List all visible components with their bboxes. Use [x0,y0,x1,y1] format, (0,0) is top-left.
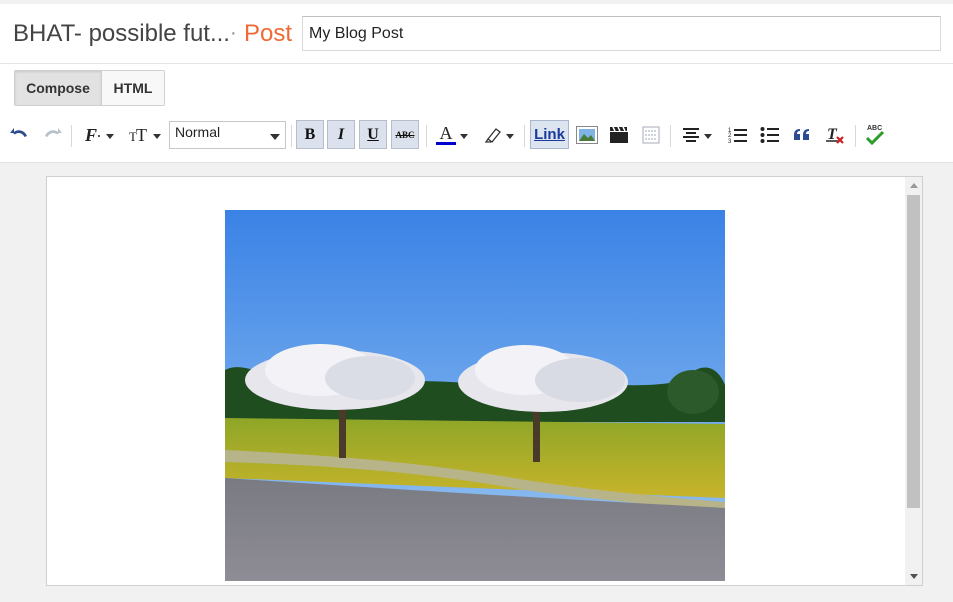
align-center-icon [683,128,699,142]
scrollbar-thumb[interactable] [907,195,920,508]
chevron-down-icon [270,134,280,140]
bulleted-list-icon [760,127,779,143]
post-header: BHAT- possible fut... · Post [0,4,953,64]
highlight-color-button[interactable] [479,116,519,154]
spell-check-icon: ABC [865,125,885,145]
spell-check-button[interactable]: ABC [862,116,888,154]
scroll-down-arrow-icon[interactable] [910,574,918,579]
jump-break-icon [642,126,660,144]
editor-area [0,162,953,602]
remove-formatting-icon: T [826,126,844,144]
video-clapper-icon [610,126,628,143]
chevron-down-icon [460,134,468,139]
insert-video-button[interactable] [606,116,632,154]
editor-scrollbar[interactable] [905,177,922,585]
insert-link-button[interactable]: Link [530,120,569,149]
text-color-button[interactable]: A [432,116,472,154]
paragraph-format-value: Normal [175,124,221,140]
compose-editor[interactable] [46,176,923,586]
toolbar-separator [71,125,72,147]
section-label: Post [244,20,293,47]
text-color-letter: A [439,123,453,143]
toolbar-separator [670,125,671,147]
post-image[interactable] [225,210,725,581]
redo-button[interactable] [40,116,64,154]
numbered-list-icon: 1 2 3 [728,128,747,144]
paragraph-format-select[interactable]: Normal [169,121,286,149]
redo-icon [45,128,62,137]
numbered-list-button[interactable]: 1 2 3 [725,116,751,154]
toolbar-separator [291,125,292,147]
html-tab[interactable]: HTML [102,71,164,105]
undo-icon [10,128,27,137]
highlighter-icon [484,128,501,143]
svg-text:3: 3 [728,139,732,144]
toolbar-separator [855,125,856,147]
font-size-icon: T T [129,126,147,144]
svg-text:T: T [136,126,147,144]
undo-button[interactable] [8,116,32,154]
insert-image-button[interactable] [574,116,600,154]
breadcrumb-separator: · [230,22,237,44]
quote-icon [794,129,809,140]
text-color-swatch [436,142,456,145]
underline-button[interactable]: U [359,120,387,149]
italic-button[interactable]: I [327,120,355,149]
compose-tab[interactable]: Compose [15,71,102,105]
quote-button[interactable] [789,116,815,154]
chevron-down-icon [506,134,514,139]
check-mark-icon [865,130,885,145]
remove-formatting-button[interactable]: T [822,116,848,154]
scroll-up-arrow-icon[interactable] [910,183,918,188]
post-title-input[interactable] [302,16,941,51]
bulleted-list-button[interactable] [757,116,783,154]
strikethrough-button[interactable]: ABC [391,120,419,149]
toolbar-separator [426,125,427,147]
font-family-button[interactable]: F [80,116,118,154]
svg-text:F: F [84,126,97,144]
font-size-button[interactable]: T T [125,116,165,154]
image-icon [576,126,598,144]
photo-trees-image [225,210,725,581]
insert-jump-break-button[interactable] [638,116,664,154]
mode-tabs: Compose HTML [14,70,165,106]
bold-button[interactable]: B [296,120,324,149]
chevron-down-icon [106,134,114,139]
font-family-icon: F [84,126,100,144]
alignment-button[interactable] [677,116,717,154]
text-color-icon: A [436,123,456,145]
editor-toolbar: F T T Normal B I U ABC A Link 1 2 3 T AB… [0,116,953,154]
toolbar-separator [524,125,525,147]
blog-name[interactable]: BHAT- possible fut... [13,20,230,48]
chevron-down-icon [704,134,712,139]
chevron-down-icon [153,134,161,139]
